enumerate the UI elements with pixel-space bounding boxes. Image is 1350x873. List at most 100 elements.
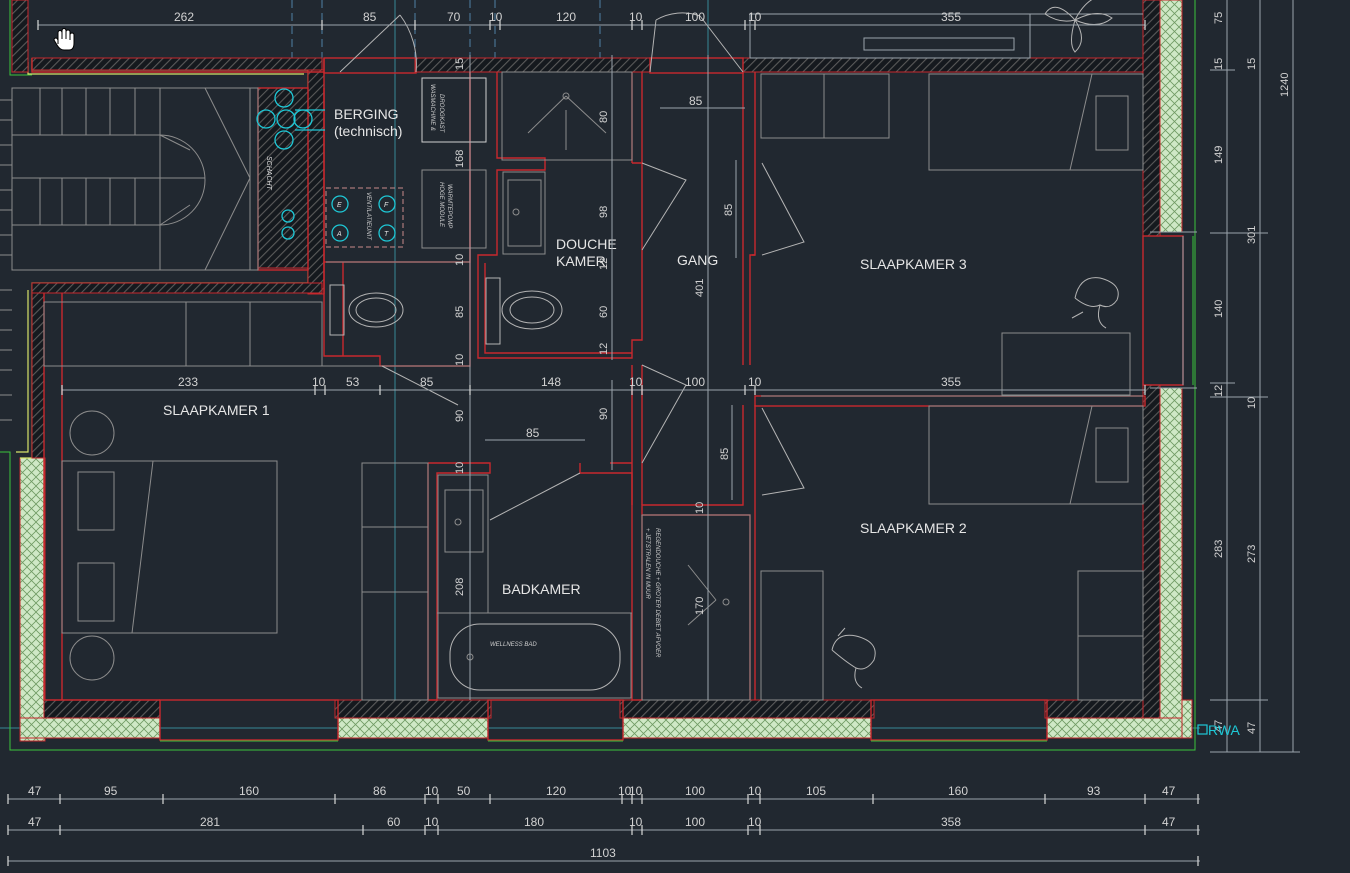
dim-bottom2-5: 10 bbox=[629, 815, 643, 829]
warmtepomp-label-1: WARMTEPOMP bbox=[446, 184, 452, 228]
dim-vert-3: 98 bbox=[598, 206, 610, 218]
dim-bottom2-1: 281 bbox=[200, 815, 220, 829]
dim-bottom2-0: 47 bbox=[28, 815, 42, 829]
dim-bottom2-3: 10 bbox=[425, 815, 439, 829]
dim-right-a-2: 149 bbox=[1213, 146, 1225, 164]
dim-vert-9: 10 bbox=[454, 354, 466, 366]
dim-vert-2: 168 bbox=[454, 150, 466, 168]
dimension-ticks bbox=[7, 20, 1199, 866]
dim-bottom1-6: 120 bbox=[546, 784, 566, 798]
rwa-label: RWA bbox=[1208, 722, 1241, 738]
dim-bottom1-4: 10 bbox=[425, 784, 439, 798]
dim-bottom1-11: 105 bbox=[806, 784, 826, 798]
port-f-label: F bbox=[384, 202, 389, 209]
dim-row2-8: 355 bbox=[941, 375, 961, 389]
toilet-douche bbox=[485, 277, 563, 345]
dim-right-a-5: 283 bbox=[1213, 540, 1225, 558]
dim-right-b-2: 10 bbox=[1246, 397, 1258, 409]
dim-vert-14: 208 bbox=[454, 578, 466, 596]
dim-bottom1-0: 47 bbox=[28, 784, 42, 798]
warmtepomp-label-2: HOGE MODULE bbox=[438, 182, 444, 228]
dim-bottom2-2: 60 bbox=[387, 815, 401, 829]
dim-vert-0: 15 bbox=[454, 58, 466, 70]
port-t-label: T bbox=[384, 231, 389, 238]
dim-row2-7: 10 bbox=[748, 375, 762, 389]
dim-top-5: 10 bbox=[629, 10, 643, 24]
dim-vert-7: 60 bbox=[598, 306, 610, 318]
dim-vert-6: 85 bbox=[454, 306, 466, 318]
dim-top-4: 120 bbox=[556, 10, 576, 24]
dim-row2-6: 100 bbox=[685, 375, 705, 389]
dim-vert-13: 10 bbox=[454, 462, 466, 474]
dim-row2-0: 233 bbox=[178, 375, 198, 389]
dim-vert-12: 90 bbox=[598, 408, 610, 420]
room-label-gang: GANG bbox=[677, 252, 718, 268]
room-label-badkamer: BADKAMER bbox=[502, 581, 581, 597]
dim-top-7: 10 bbox=[748, 10, 762, 24]
dim-bottom2-9: 47 bbox=[1162, 815, 1176, 829]
dim-bottom1-1: 95 bbox=[104, 784, 118, 798]
dim-vert-8: 12 bbox=[598, 343, 610, 355]
bearing-walls bbox=[11, 0, 1161, 719]
wasmachine-label-2: DROOGKAST bbox=[438, 94, 444, 134]
dim-top-3: 10 bbox=[489, 10, 503, 24]
dim-inner-3: 85 bbox=[719, 448, 731, 460]
regendouche-label-2: + JETSTRALEN IN MUUR bbox=[644, 528, 650, 600]
port-e-label: E bbox=[337, 202, 342, 209]
dim-right-b-1: 301 bbox=[1246, 226, 1258, 244]
wellness-bad-label: WELLNESS BAD bbox=[490, 642, 537, 648]
room-label-berging: BERGING bbox=[334, 106, 399, 122]
dim-bottom1-12: 160 bbox=[948, 784, 968, 798]
dim-top-6: 100 bbox=[685, 10, 705, 24]
dim-right-b-3: 273 bbox=[1246, 545, 1258, 563]
dim-bottom3-total: 1103 bbox=[590, 846, 616, 860]
dim-inner-1: 85 bbox=[526, 426, 540, 440]
dim-vert-10: 401 bbox=[694, 279, 706, 297]
dim-vert-4: 10 bbox=[454, 254, 466, 266]
axis-lines bbox=[0, 0, 1200, 729]
dim-row2-1: 10 bbox=[312, 375, 326, 389]
plant-icon bbox=[1044, 0, 1113, 53]
dim-right-c: 1240 bbox=[1279, 73, 1291, 97]
dim-bottom1-8: 10 bbox=[629, 784, 643, 798]
dim-bottom2-8: 358 bbox=[941, 815, 961, 829]
dim-right-a-4: 12 bbox=[1213, 385, 1225, 397]
room-label-slaapkamer-2: SLAAPKAMER 2 bbox=[860, 520, 967, 536]
dim-bottom1-2: 160 bbox=[239, 784, 259, 798]
dim-right-a-0: 75 bbox=[1213, 12, 1225, 24]
furniture-slaapkamer-2 bbox=[760, 405, 1144, 701]
dim-right-b-0: 15 bbox=[1246, 58, 1258, 70]
dim-row2-2: 53 bbox=[346, 375, 360, 389]
dim-bottom2-6: 100 bbox=[685, 815, 705, 829]
dim-top-8: 355 bbox=[941, 10, 961, 24]
furniture-slaapkamer-1 bbox=[43, 301, 470, 701]
dim-top-2: 70 bbox=[447, 10, 461, 24]
dim-top-0: 262 bbox=[174, 10, 194, 24]
dim-bottom1-9: 100 bbox=[685, 784, 705, 798]
dim-row2-5: 10 bbox=[629, 375, 643, 389]
regendouche-label-1: REGENDOUCHE + GROTER DEBIET AFVOER bbox=[654, 528, 660, 658]
dim-row2-4: 148 bbox=[541, 375, 561, 389]
room-label-schacht: SCHACHT bbox=[265, 156, 272, 191]
dim-bottom1-3: 86 bbox=[373, 784, 387, 798]
floor-plan-canvas[interactable]: E F A T WASMACHINE & DROOGKAST WARMTEPOM… bbox=[0, 0, 1350, 873]
dim-inner-0: 85 bbox=[689, 94, 703, 108]
dim-inner-2: 85 bbox=[723, 204, 735, 216]
furniture-slaapkamer-3 bbox=[760, 73, 1144, 397]
port-a-label: A bbox=[336, 231, 342, 238]
room-label-slaapkamer-1: SLAAPKAMER 1 bbox=[163, 402, 270, 418]
ventilatie-label: VENTILATIEUNIT bbox=[365, 192, 371, 241]
dim-vert-1: 80 bbox=[598, 111, 610, 123]
dim-bottom1-13: 93 bbox=[1087, 784, 1101, 798]
rwa-marker-icon bbox=[1197, 724, 1208, 735]
dim-right-a-1: 15 bbox=[1213, 58, 1225, 70]
dim-right-a-3: 140 bbox=[1213, 300, 1225, 318]
room-label-berging-sub: (technisch) bbox=[334, 123, 402, 139]
dim-vert-11: 90 bbox=[454, 410, 466, 422]
dim-bottom1-5: 50 bbox=[457, 784, 471, 798]
wasmachine-label-1: WASMACHINE & bbox=[429, 84, 435, 131]
dim-right-b-4: 47 bbox=[1246, 722, 1258, 734]
dim-bottom2-4: 180 bbox=[524, 815, 544, 829]
room-label-slaapkamer-3: SLAAPKAMER 3 bbox=[860, 256, 967, 272]
dim-top-1: 85 bbox=[363, 10, 377, 24]
